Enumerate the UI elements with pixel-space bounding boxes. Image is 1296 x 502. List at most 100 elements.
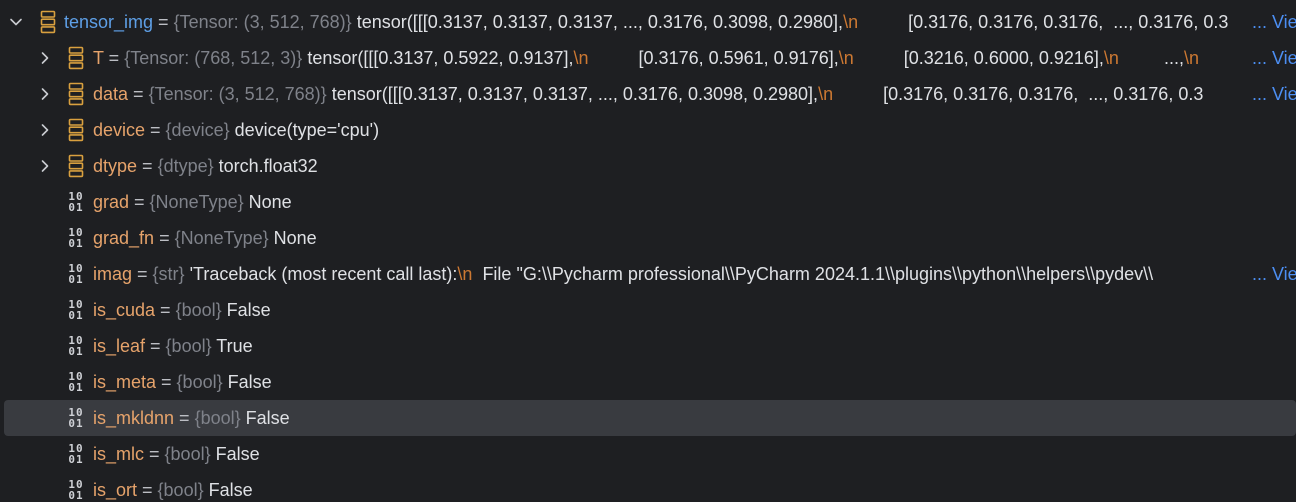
variable-value-continued: [0.3176, 0.3176, 0.3176, ..., 0.3176, 0.…: [833, 84, 1204, 104]
equals-sign: =: [174, 408, 195, 428]
primitive-field-icon: 10 01: [66, 189, 86, 215]
primitive-glyph-bottom: 01: [68, 273, 84, 286]
debugger-variables-tree: tensor_img = {Tensor: (3, 512, 768)} ten…: [0, 0, 1296, 502]
variable-name: grad_fn: [93, 228, 155, 248]
variable-row-dtype[interactable]: dtype = {dtype} torch.float32: [0, 148, 1296, 184]
variable-value: False: [210, 444, 260, 464]
type-hint: {bool}: [157, 480, 204, 500]
variable-name: grad: [93, 192, 130, 212]
variable-value-continued: ...,: [1118, 48, 1184, 68]
primitive-glyph-bottom: 01: [68, 201, 84, 214]
equals-sign: =: [103, 48, 125, 68]
type-hint: {bool}: [176, 372, 223, 392]
primitive-glyph-bottom: 01: [68, 237, 84, 250]
primitive-field-icon: 10 01: [66, 261, 86, 287]
variable-value: False: [221, 300, 271, 320]
equals-sign: =: [156, 372, 177, 392]
object-field-icon: [66, 117, 86, 143]
variable-value: None: [268, 228, 317, 248]
primitive-glyph-bottom: 01: [68, 309, 84, 322]
chevron-down-icon[interactable]: [8, 14, 24, 30]
variable-name: data: [93, 84, 129, 104]
primitive-field-icon: 10 01: [66, 405, 86, 431]
variable-name: device: [93, 120, 146, 140]
variable-name: is_leaf: [93, 336, 146, 356]
view-link[interactable]: ... View: [1246, 40, 1296, 76]
type-hint: {bool}: [164, 444, 211, 464]
variable-row-is-meta[interactable]: 10 01 is_meta = {bool} False: [0, 364, 1296, 400]
type-hint: {Tensor: (768, 512, 3)}: [124, 48, 303, 68]
variable-row-imag[interactable]: 10 01 imag = {str} 'Traceback (most rece…: [0, 256, 1296, 292]
newline-escape: \n: [838, 48, 854, 68]
primitive-field-icon: 10 01: [66, 477, 86, 502]
primitive-glyph-bottom: 01: [68, 453, 84, 466]
variable-value: False: [203, 480, 253, 500]
variable-value: tensor([[[0.3137, 0.5922, 0.9137],: [302, 48, 574, 68]
type-hint: {bool}: [194, 408, 241, 428]
view-link[interactable]: ... View: [1246, 76, 1296, 112]
variable-value: device(type='cpu'): [229, 120, 380, 140]
variable-text: is_meta = {bool} False: [93, 364, 272, 400]
equals-sign: =: [145, 120, 166, 140]
variable-row-is-mlc[interactable]: 10 01 is_mlc = {bool} False: [0, 436, 1296, 472]
type-hint: {bool}: [175, 300, 222, 320]
variable-row-t[interactable]: T = {Tensor: (768, 512, 3)} tensor([[[0.…: [0, 40, 1296, 76]
variable-value: tensor([[[0.3137, 0.3137, 0.3137, ..., 0…: [326, 84, 819, 104]
equals-sign: =: [155, 300, 176, 320]
primitive-field-icon: 10 01: [66, 225, 86, 251]
variable-value: None: [243, 192, 292, 212]
equals-sign: =: [144, 444, 165, 464]
variable-row-is-leaf[interactable]: 10 01 is_leaf = {bool} True: [0, 328, 1296, 364]
type-hint: {str}: [152, 264, 185, 284]
variable-row-tensor-img[interactable]: tensor_img = {Tensor: (3, 512, 768)} ten…: [0, 4, 1296, 40]
variable-text: is_ort = {bool} False: [93, 472, 253, 502]
variable-row-device[interactable]: device = {device} device(type='cpu'): [0, 112, 1296, 148]
primitive-field-icon: 10 01: [66, 369, 86, 395]
chevron-right-icon[interactable]: [37, 122, 53, 138]
type-hint: {bool}: [165, 336, 212, 356]
variable-value: torch.float32: [213, 156, 318, 176]
chevron-right-icon[interactable]: [37, 50, 53, 66]
variable-text: grad_fn = {NoneType} None: [93, 220, 317, 256]
variable-row-is-mkldnn[interactable]: 10 01 is_mkldnn = {bool} False: [4, 400, 1296, 436]
primitive-glyph-bottom: 01: [68, 417, 84, 430]
variable-row-grad[interactable]: 10 01 grad = {NoneType} None: [0, 184, 1296, 220]
variable-text: is_mkldnn = {bool} False: [93, 400, 290, 436]
equals-sign: =: [153, 12, 174, 32]
variable-text: device = {device} device(type='cpu'): [93, 112, 379, 148]
variable-value: tensor([[[0.3137, 0.3137, 0.3137, ..., 0…: [351, 12, 844, 32]
chevron-right-icon[interactable]: [37, 86, 53, 102]
variable-row-grad-fn[interactable]: 10 01 grad_fn = {NoneType} None: [0, 220, 1296, 256]
variable-name: tensor_img: [64, 12, 154, 32]
variable-text: data = {Tensor: (3, 512, 768)} tensor([[…: [93, 76, 1203, 112]
variable-row-data[interactable]: data = {Tensor: (3, 512, 768)} tensor([[…: [0, 76, 1296, 112]
object-field-icon: [66, 81, 86, 107]
newline-escape: \n: [843, 12, 859, 32]
variable-text: imag = {str} 'Traceback (most recent cal…: [93, 256, 1153, 292]
equals-sign: =: [154, 228, 175, 248]
variable-value-continued: [0.3176, 0.3176, 0.3176, ..., 0.3176, 0.…: [858, 12, 1229, 32]
variable-row-is-ort[interactable]: 10 01 is_ort = {bool} False: [0, 472, 1296, 502]
variable-name: imag: [93, 264, 133, 284]
object-field-icon: [38, 9, 58, 35]
type-hint: {Tensor: (3, 512, 768)}: [173, 12, 352, 32]
variable-value-continued: File "G:\\Pycharm professional\\PyCharm …: [472, 264, 1154, 284]
view-link[interactable]: ... View: [1246, 4, 1296, 40]
variable-value: False: [240, 408, 290, 428]
newline-escape: \n: [1183, 48, 1199, 68]
variable-name: is_meta: [93, 372, 157, 392]
view-link[interactable]: ... View: [1246, 256, 1296, 292]
primitive-glyph-bottom: 01: [68, 345, 84, 358]
object-field-icon: [66, 45, 86, 71]
newline-escape: \n: [818, 84, 834, 104]
variable-name: T: [93, 48, 104, 68]
type-hint: {NoneType}: [174, 228, 269, 248]
variable-name: is_cuda: [93, 300, 156, 320]
type-hint: {dtype}: [157, 156, 214, 176]
variable-row-is-cuda[interactable]: 10 01 is_cuda = {bool} False: [0, 292, 1296, 328]
variable-value-continued: [0.3216, 0.6000, 0.9216],: [853, 48, 1104, 68]
primitive-field-icon: 10 01: [66, 333, 86, 359]
equals-sign: =: [145, 336, 166, 356]
primitive-field-icon: 10 01: [66, 441, 86, 467]
chevron-right-icon[interactable]: [37, 158, 53, 174]
